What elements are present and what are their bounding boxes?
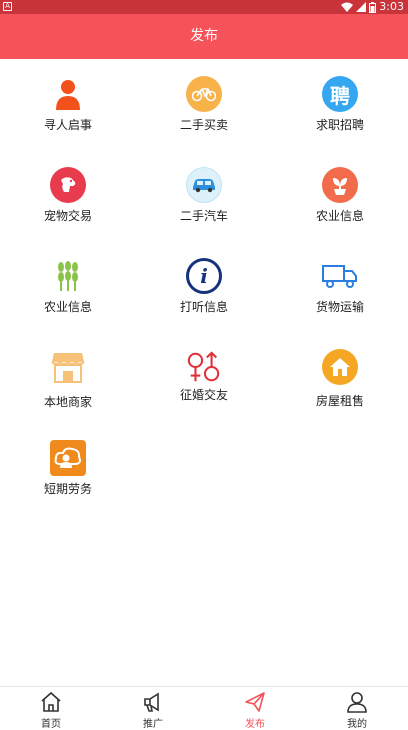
wheat-icon <box>50 258 86 294</box>
category-housing[interactable]: 房屋租售 <box>272 332 408 422</box>
send-icon <box>245 692 265 712</box>
gender-icon <box>186 349 222 385</box>
tab-label: 推广 <box>143 719 163 730</box>
category-label: 本地商家 <box>43 395 92 409</box>
app-notification-icon: A <box>3 2 12 11</box>
category-matchmaking[interactable]: 征婚交友 <box>136 332 272 422</box>
home-icon <box>41 691 61 712</box>
tab-label: 我的 <box>347 719 367 730</box>
category-label: 宠物交易 <box>43 209 92 223</box>
plant-icon <box>322 167 358 203</box>
dog-icon <box>50 167 86 203</box>
category-secondhand[interactable]: 二手买卖 <box>136 59 272 149</box>
category-label: 农业信息 <box>43 300 92 314</box>
category-label: 寻人启事 <box>43 118 92 132</box>
tab-promote[interactable]: 推广 <box>102 687 204 730</box>
category-label: 房屋租售 <box>315 394 364 408</box>
status-bar: A 3:03 <box>0 0 408 14</box>
tab-home[interactable]: 首页 <box>0 687 102 730</box>
category-label: 农业信息 <box>315 209 364 223</box>
app-header: 发布 <box>0 14 408 59</box>
bottom-tab-bar: 首页 推广 发布 我的 <box>0 686 408 730</box>
battery-icon <box>369 1 377 13</box>
category-label: 短期劳务 <box>43 482 92 496</box>
category-freight[interactable]: 货物运输 <box>272 241 408 331</box>
info-glyph: i <box>200 264 208 288</box>
page-title: 发布 <box>190 28 218 44</box>
status-right: 3:03 <box>341 0 404 14</box>
category-label: 货物运输 <box>315 300 364 314</box>
category-local-merchants[interactable]: 本地商家 <box>0 332 136 422</box>
category-jobs[interactable]: 聘 求职招聘 <box>272 59 408 149</box>
category-used-cars[interactable]: 二手汽车 <box>136 150 272 240</box>
recruit-icon: 聘 <box>322 76 358 112</box>
category-pets[interactable]: 宠物交易 <box>0 150 136 240</box>
tab-mine[interactable]: 我的 <box>306 687 408 730</box>
recruit-glyph: 聘 <box>330 83 350 108</box>
category-agriculture-2[interactable]: 农业信息 <box>0 241 136 331</box>
bicycle-icon <box>186 76 222 112</box>
category-inquiry[interactable]: i 打听信息 <box>136 241 272 331</box>
category-label: 求职招聘 <box>315 118 364 132</box>
user-icon <box>347 692 367 713</box>
category-missing-person[interactable]: 寻人启事 <box>0 59 136 149</box>
car-icon <box>186 167 222 203</box>
category-short-term-labor[interactable]: 短期劳务 <box>0 423 136 513</box>
category-agriculture[interactable]: 农业信息 <box>272 150 408 240</box>
wifi-icon <box>341 2 354 12</box>
tab-label: 首页 <box>41 719 61 730</box>
truck-icon <box>322 258 358 294</box>
category-label: 二手汽车 <box>179 209 228 223</box>
shop-icon <box>50 349 86 385</box>
house-icon <box>322 349 358 385</box>
worker-icon <box>50 440 86 476</box>
tab-publish[interactable]: 发布 <box>204 687 306 730</box>
info-icon: i <box>186 258 222 294</box>
signal-icon <box>356 2 367 12</box>
clock: 3:03 <box>379 0 404 13</box>
category-label: 二手买卖 <box>179 118 228 132</box>
category-label: 打听信息 <box>179 300 228 314</box>
person-icon <box>50 76 86 112</box>
category-label: 征婚交友 <box>179 388 228 402</box>
megaphone-icon <box>144 692 159 712</box>
tab-label: 发布 <box>245 719 265 730</box>
